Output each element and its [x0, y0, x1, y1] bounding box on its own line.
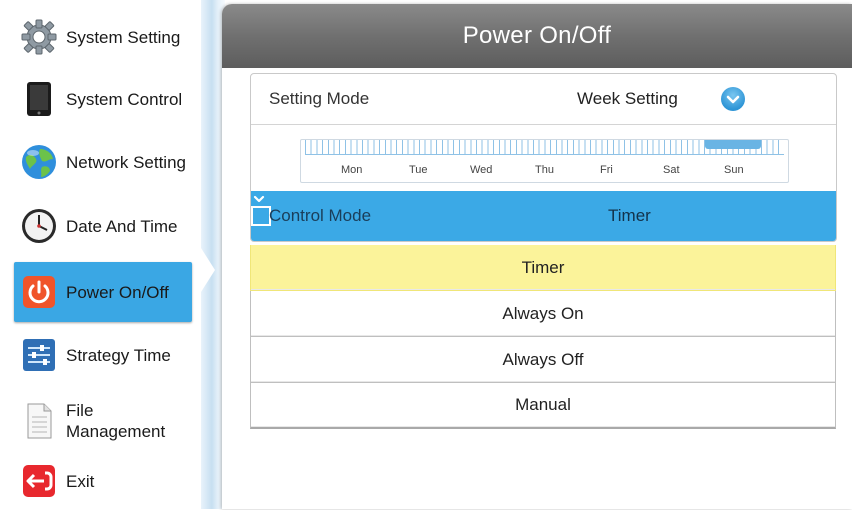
timeline-selected-range[interactable]: [705, 140, 761, 149]
sidebar-item-label-line2: Management: [66, 422, 166, 441]
day-label: Fri: [600, 164, 613, 176]
day-label: Sun: [724, 164, 744, 176]
control-mode-row[interactable]: Control Mode Timer: [251, 191, 836, 241]
setting-mode-label: Setting Mode: [269, 89, 370, 108]
day-label: Mon: [341, 164, 363, 176]
week-timeline-section: Mon Tue Wed Thu Fri Sat Sun: [251, 124, 836, 191]
week-timeline[interactable]: Mon Tue Wed Thu Fri Sat Sun: [300, 139, 789, 183]
setting-mode-row[interactable]: Setting Mode Week Setting: [251, 74, 836, 124]
globe-icon: [20, 143, 58, 181]
sidebar-item-label: File: [66, 401, 94, 420]
chevron-down-icon[interactable]: [251, 195, 271, 226]
tablet-icon: [20, 80, 58, 118]
setting-mode-value: Week Setting: [577, 89, 678, 108]
sidebar-item-label: System Setting: [66, 27, 181, 47]
sliders-icon: [20, 336, 58, 374]
page-title: Power On/Off: [462, 22, 612, 49]
sidebar-item-label: Strategy Time: [66, 345, 171, 365]
day-label: Tue: [409, 164, 428, 176]
sidebar-item-label-group: File Management: [66, 400, 165, 442]
sidebar-item-system-setting[interactable]: System Setting: [14, 8, 192, 66]
sidebar-item-label: Exit: [66, 471, 95, 491]
sidebar-item-network-setting[interactable]: Network Setting: [14, 133, 192, 191]
option-always-off[interactable]: Always Off: [250, 337, 836, 383]
main-panel: Power On/Off Setting Mode Week Setting M…: [222, 4, 852, 509]
sidebar: System Setting System Control Network Se…: [0, 0, 200, 509]
panel-header: Power On/Off: [222, 4, 852, 68]
day-label: Sat: [663, 164, 680, 176]
option-always-on[interactable]: Always On: [250, 291, 836, 337]
sidebar-item-date-and-time[interactable]: Date And Time: [14, 197, 192, 255]
option-timer[interactable]: Timer: [250, 245, 836, 291]
clock-icon: [20, 207, 58, 245]
sidebar-item-label: Network Setting: [66, 152, 186, 172]
control-mode-label: Control Mode: [269, 206, 372, 225]
sidebar-item-label: System Control: [66, 89, 183, 109]
day-label: Thu: [535, 164, 554, 176]
control-mode-value: Timer: [608, 206, 651, 225]
control-mode-dropdown: Timer Always On Always Off Manual: [250, 245, 836, 429]
gear-icon: [20, 18, 58, 56]
option-manual[interactable]: Manual: [250, 383, 836, 429]
sidebar-item-label: Date And Time: [66, 216, 178, 236]
sidebar-item-power-on-off[interactable]: Power On/Off: [14, 262, 192, 322]
settings-card: Setting Mode Week Setting Mon Tue Wed Th…: [250, 73, 837, 242]
sidebar-item-label: Power On/Off: [66, 282, 169, 302]
chevron-down-icon[interactable]: [721, 87, 745, 111]
sidebar-item-exit[interactable]: Exit: [14, 452, 192, 510]
active-item-pointer: [201, 248, 215, 292]
sidebar-item-system-control[interactable]: System Control: [14, 70, 192, 128]
sidebar-item-file-management[interactable]: File Management: [14, 390, 192, 452]
sidebar-item-strategy-time[interactable]: Strategy Time: [14, 326, 192, 384]
exit-icon: [20, 462, 58, 500]
document-icon: [20, 402, 58, 440]
day-label: Wed: [470, 164, 493, 176]
power-icon: [20, 273, 58, 311]
